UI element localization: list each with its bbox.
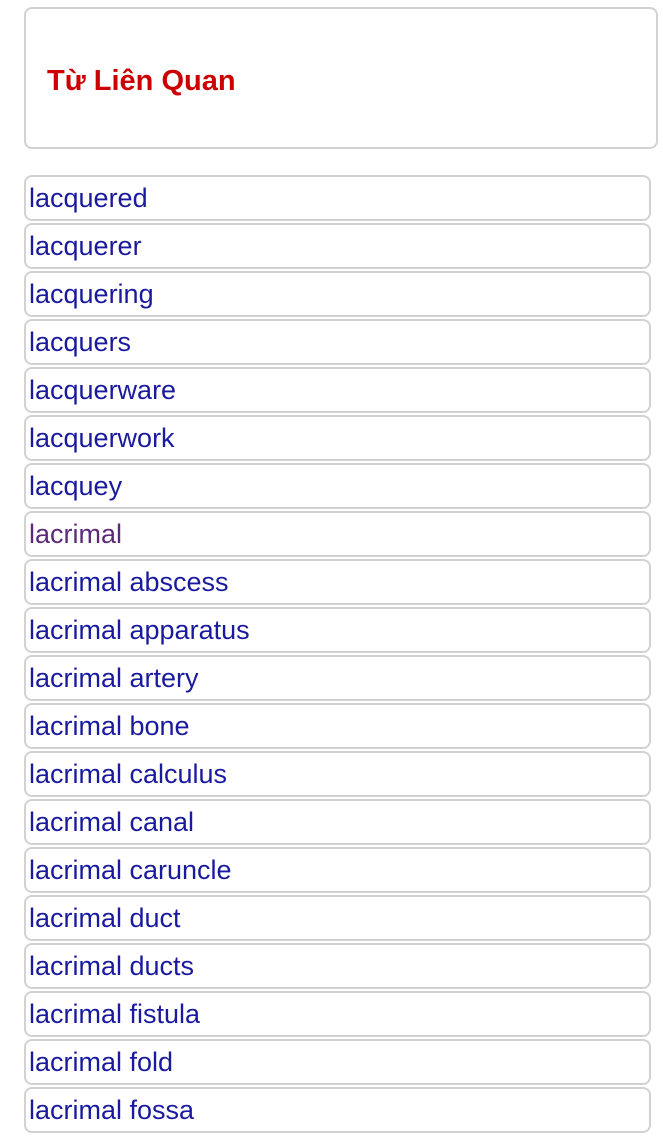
related-word-link[interactable]: lacquering [29,279,154,309]
list-item[interactable]: lacquerware [24,367,651,413]
related-word-link[interactable]: lacrimal bone [29,711,190,741]
list-item[interactable]: lacrimal fold [24,1039,651,1085]
list-item[interactable]: lacrimal fistula [24,991,651,1037]
list-item[interactable]: lacquered [24,175,651,221]
related-word-link[interactable]: lacrimal duct [29,903,181,933]
related-word-link[interactable]: lacquerwork [29,423,175,453]
list-item[interactable]: lacquerer [24,223,651,269]
related-words-list: lacquered lacquerer lacquering lacquers lacq… [24,175,651,1135]
related-word-link[interactable]: lacrimal apparatus [29,615,250,645]
related-word-link[interactable]: lacquers [29,327,131,357]
list-item[interactable]: lacrimal calculus [24,751,651,797]
related-word-link[interactable]: lacrimal fossa [29,1095,194,1125]
list-item[interactable]: lacrimal [24,511,651,557]
list-item[interactable]: lacrimal ducts [24,943,651,989]
list-item[interactable]: lacquerwork [24,415,651,461]
list-item[interactable]: lacrimal bone [24,703,651,749]
related-word-link[interactable]: lacrimal fold [29,1047,173,1077]
list-item[interactable]: lacquey [24,463,651,509]
list-item[interactable]: lacquers [24,319,651,365]
related-word-link[interactable]: lacrimal abscess [29,567,229,597]
related-word-link[interactable]: lacrimal artery [29,663,199,693]
list-item[interactable]: lacrimal caruncle [24,847,651,893]
related-word-link[interactable]: lacquey [29,471,122,501]
related-word-link[interactable]: lacrimal caruncle [29,855,232,885]
list-item[interactable]: lacrimal duct [24,895,651,941]
list-item[interactable]: lacrimal abscess [24,559,651,605]
related-word-link[interactable]: lacrimal fistula [29,999,200,1029]
related-word-link[interactable]: lacrimal ducts [29,951,194,981]
list-item[interactable]: lacrimal artery [24,655,651,701]
related-word-link[interactable]: lacrimal calculus [29,759,227,789]
section-title: Từ Liên Quan [47,65,236,97]
related-word-link[interactable]: lacrimal canal [29,807,194,837]
related-word-link[interactable]: lacquered [29,183,148,213]
related-words-header: Từ Liên Quan [24,7,658,149]
related-word-link[interactable]: lacrimal [29,519,122,549]
list-item[interactable]: lacrimal fossa [24,1087,651,1133]
list-item[interactable]: lacrimal canal [24,799,651,845]
list-item[interactable]: lacquering [24,271,651,317]
list-item[interactable]: lacrimal apparatus [24,607,651,653]
related-word-link[interactable]: lacquerware [29,375,176,405]
related-word-link[interactable]: lacquerer [29,231,142,261]
